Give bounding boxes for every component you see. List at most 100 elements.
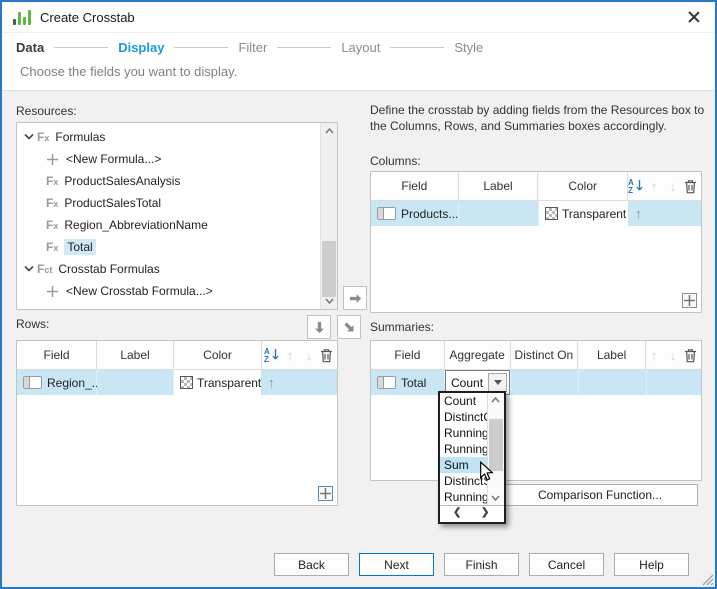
dropdown-horizontal-nav: ❮ ❯ (440, 505, 504, 522)
tree-item-formulas[interactable]: Fx Formulas (17, 126, 320, 148)
sort-ascending-icon: ↑ (635, 206, 642, 221)
plus-icon (320, 488, 331, 499)
svg-text:Z: Z (264, 355, 269, 363)
aggregate-dropdown-button[interactable] (488, 373, 507, 392)
scrollbar-thumb[interactable] (489, 419, 503, 471)
sort-az-icon[interactable]: AZ (264, 347, 279, 363)
formula-icon: Fx (46, 218, 59, 232)
tree-item-label: <New Crosstab Formula...> (66, 284, 213, 298)
summaries-table: Field Aggregate Distinct On Label ↑ ↓ To… (370, 340, 702, 481)
chevron-down-icon (24, 133, 34, 140)
field-icon (377, 376, 396, 389)
field-icon (23, 376, 42, 389)
formula-icon: Fx (46, 240, 59, 254)
dropdown-item-distinctcount[interactable]: DistinctC (440, 409, 492, 425)
column-header-aggregate: Aggregate (445, 341, 511, 369)
scroll-up-icon[interactable] (321, 123, 337, 139)
columns-add-button[interactable] (682, 293, 697, 308)
help-button[interactable]: Help (614, 553, 689, 576)
step-filter[interactable]: Filter (238, 40, 267, 55)
trash-icon[interactable] (684, 348, 697, 363)
comparison-function-button[interactable]: Comparison Function... (502, 484, 698, 506)
sort-ascending-icon: ↑ (268, 375, 275, 390)
rows-table-header: Field Label Color AZ ↑ ↓ (17, 341, 337, 370)
tree-item-region-abbreviationname[interactable]: Fx Region_AbbreviationName (17, 214, 320, 236)
step-connector (174, 46, 229, 48)
tree-item-label: Formulas (55, 130, 106, 144)
summaries-row-total[interactable]: Total Count (371, 370, 701, 395)
summaries-table-toolbar: ↑ ↓ (646, 341, 701, 369)
column-header-label: Label (578, 341, 646, 369)
create-crosstab-dialog: Create Crosstab Data Display Filter Layo… (0, 0, 717, 589)
tree-item-productsalesanalysis[interactable]: Fx ProductSalesAnalysis (17, 170, 320, 192)
dropdown-item-distinctsum[interactable]: DistinctS (440, 473, 492, 489)
transparent-swatch[interactable] (545, 207, 558, 220)
cancel-button[interactable]: Cancel (529, 553, 604, 576)
dropdown-scrollbar[interactable] (487, 393, 504, 505)
tree-item-new-crosstab-formula[interactable]: <New Crosstab Formula...> (17, 280, 320, 302)
move-down-icon[interactable]: ↓ (665, 348, 681, 363)
dropdown-item-sum[interactable]: Sum (440, 457, 492, 473)
move-down-icon[interactable]: ↓ (301, 348, 317, 363)
dropdown-item-runningcount[interactable]: RunningC (440, 425, 492, 441)
rows-row-region[interactable]: Region_... Transparent ↑ (17, 370, 337, 395)
tree-item-total-selected[interactable]: Fx Total (17, 236, 320, 258)
scroll-left-icon[interactable]: ❮ (453, 507, 461, 518)
move-up-icon[interactable]: ↑ (646, 348, 662, 363)
back-button[interactable]: Back (274, 553, 349, 576)
trash-icon[interactable] (684, 179, 697, 194)
scroll-down-icon[interactable] (488, 491, 503, 505)
svg-text:Z: Z (628, 186, 633, 194)
tree-item-new-formula[interactable]: <New Formula...> (17, 148, 320, 170)
columns-row-products[interactable]: Products... Transparent ↑ (371, 201, 701, 226)
wizard-subtitle: Choose the fields you want to display. (20, 64, 238, 79)
move-corner-button[interactable] (337, 315, 361, 339)
tree-item-label: <New Formula...> (66, 152, 162, 166)
scroll-up-icon[interactable] (488, 393, 503, 407)
move-up-icon[interactable]: ↑ (282, 348, 298, 363)
step-layout[interactable]: Layout (341, 40, 380, 55)
dropdown-item-runningdistinct[interactable]: RunningD (440, 441, 492, 457)
crosstab-formula-icon: Fct (37, 262, 53, 276)
resources-scrollbar[interactable] (320, 123, 337, 309)
color-value: Transparent (562, 206, 627, 221)
chevron-down-icon (493, 380, 502, 385)
tree-item-label: Crosstab Formulas (58, 262, 160, 276)
color-value: Transparent (197, 375, 262, 390)
step-data[interactable]: Data (16, 40, 44, 55)
step-connector (54, 46, 109, 48)
move-up-icon[interactable]: ↑ (646, 179, 662, 194)
next-button[interactable]: Next (359, 553, 434, 576)
close-button[interactable] (686, 9, 702, 25)
resources-tree: Fx Formulas <New Formula...> Fx ProductS… (16, 122, 338, 310)
rows-table: Field Label Color AZ ↑ ↓ Region_... Tran… (16, 340, 338, 506)
trash-icon[interactable] (320, 348, 333, 363)
plus-icon (47, 285, 58, 297)
scrollbar-thumb[interactable] (322, 241, 336, 297)
finish-button[interactable]: Finish (444, 553, 519, 576)
formula-icon: Fx (37, 130, 50, 144)
column-header-color: Color (174, 341, 262, 369)
tree-item-crosstab-formulas[interactable]: Fct Crosstab Formulas (17, 258, 320, 280)
window-title: Create Crosstab (40, 9, 135, 25)
move-down-button[interactable] (307, 315, 331, 339)
rows-add-button[interactable] (318, 486, 333, 501)
move-to-crosstab-button[interactable] (343, 286, 367, 310)
sort-az-icon[interactable]: AZ (628, 178, 643, 194)
column-header-distinct-on: Distinct On (511, 341, 579, 369)
move-down-icon[interactable]: ↓ (665, 179, 681, 194)
columns-label: Columns: (370, 154, 421, 168)
resize-grip[interactable] (701, 573, 714, 586)
step-display[interactable]: Display (118, 40, 164, 55)
tree-item-productsalestotal[interactable]: Fx ProductSalesTotal (17, 192, 320, 214)
step-connector (277, 46, 332, 48)
crosstab-app-icon (13, 9, 31, 25)
step-style[interactable]: Style (454, 40, 483, 55)
field-name: Region_... (47, 375, 102, 390)
dropdown-item-runningsum[interactable]: RunningS (440, 489, 492, 505)
dropdown-item-count[interactable]: Count (440, 393, 492, 409)
scroll-down-icon[interactable] (321, 293, 337, 309)
scroll-right-icon[interactable]: ❯ (481, 507, 489, 518)
transparent-swatch[interactable] (180, 376, 193, 389)
rows-label: Rows: (16, 317, 50, 331)
